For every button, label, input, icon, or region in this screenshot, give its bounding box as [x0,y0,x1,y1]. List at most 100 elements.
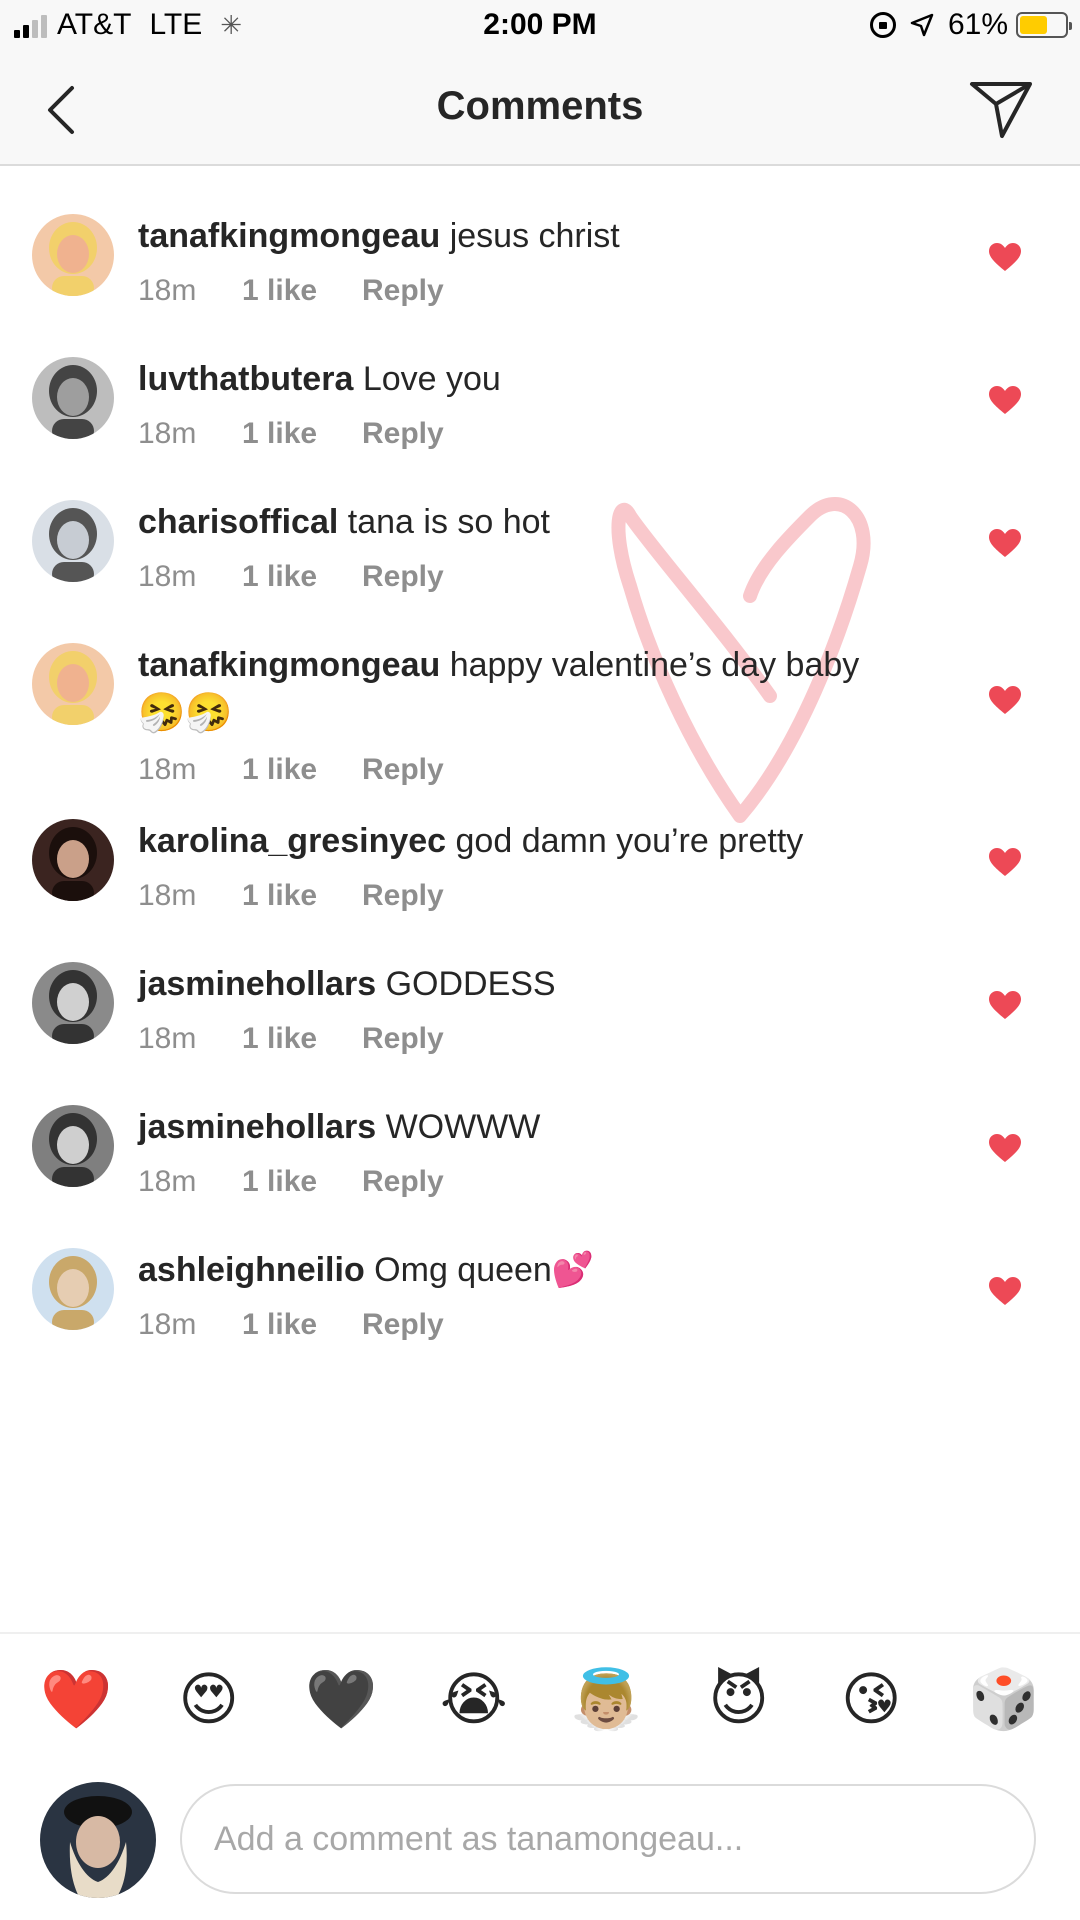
comment-meta: 18m 1 like Reply [138,1165,938,1199]
quick-emoji-button[interactable]: 🎲 [959,1665,1049,1735]
comment-text: jasminehollars GODDESS [138,962,938,1006]
battery-percent: 61% [947,8,1008,41]
heart-like-icon[interactable] [988,1276,1022,1306]
comment-meta: 18m 1 like Reply [138,1308,938,1342]
comment-meta: 18m 1 like Reply [138,753,938,787]
comment-time: 18m [138,560,197,593]
comment-likes[interactable]: 1 like [242,1165,362,1199]
heart-like-icon[interactable] [988,242,1022,272]
comment-username[interactable]: karolina_gresinyec [138,822,446,860]
comment-text: luvthatbutera Love you [138,357,938,401]
comment-message: god damn you’re pretty [455,822,804,860]
comment-likes[interactable]: 1 like [242,274,362,308]
comment-body: luvthatbutera Love you 18m 1 like Reply [138,357,938,451]
comment-message: Omg queen💕 [374,1251,595,1289]
comment-username[interactable]: tanafkingmongeau [138,217,440,255]
comment-time: 18m [138,417,197,450]
quick-emoji-button[interactable]: 😭 [429,1665,519,1735]
comment-likes[interactable]: 1 like [242,560,362,594]
reply-button[interactable]: Reply [362,753,444,787]
comment-time: 18m [138,753,197,786]
comment-message: happy valentine’s day baby [449,646,860,684]
comment-username[interactable]: jasminehollars [138,1108,376,1146]
reply-button[interactable]: Reply [362,879,444,913]
reply-button[interactable]: Reply [362,1165,444,1199]
comment-time: 18m [138,274,197,307]
battery-icon [1016,12,1072,38]
comment-meta: 18m 1 like Reply [138,879,938,913]
commenter-avatar[interactable] [32,214,114,296]
heart-like-icon[interactable] [988,990,1022,1020]
comment-likes[interactable]: 1 like [242,879,362,913]
status-right: 61% [869,8,1072,42]
location-arrow-icon [910,13,934,37]
heart-like-icon[interactable] [988,685,1022,715]
comment-likes[interactable]: 1 like [242,1308,362,1342]
comment-text: charisoffical tana is so hot [138,500,938,544]
comment-meta: 18m 1 like Reply [138,274,938,308]
commenter-avatar[interactable] [32,500,114,582]
comment-body: charisoffical tana is so hot 18m 1 like … [138,500,938,594]
comment-message: jesus christ [449,217,620,255]
comment-body: jasminehollars GODDESS 18m 1 like Reply [138,962,938,1056]
comment-username[interactable]: luvthatbutera [138,360,353,398]
comment-username[interactable]: charisoffical [138,503,338,541]
quick-emoji-button[interactable]: 🖤 [296,1665,386,1735]
reply-button[interactable]: Reply [362,417,444,451]
heart-like-icon[interactable] [988,847,1022,877]
heart-like-icon[interactable] [988,385,1022,415]
comment-username[interactable]: jasminehollars [138,965,376,1003]
current-user-avatar [40,1782,156,1898]
comment-list[interactable]: tanafkingmongeau jesus christ 18m 1 like… [0,166,1080,1632]
status-bar: AT&T LTE ✳ 2:00 PM 61% [0,0,1080,54]
quick-emoji-bar: ❤️ 😍 🖤 😭 👼🏼 😈 😘 🎲 [0,1632,1080,1766]
comment-username[interactable]: tanafkingmongeau [138,646,440,684]
comment-meta: 18m 1 like Reply [138,560,938,594]
comment-message: WOWWW [385,1108,541,1146]
comment-body: jasminehollars WOWWW 18m 1 like Reply [138,1105,938,1199]
comment-text: tanafkingmongeau happy valentine’s day b… [138,643,938,687]
quick-emoji-button[interactable]: 😈 [694,1665,784,1735]
comment-message: tana is so hot [347,503,551,541]
comment-text: ashleighneilio Omg queen💕 [138,1248,938,1292]
orientation-lock-icon [869,12,896,38]
reply-button[interactable]: Reply [362,1022,444,1056]
commenter-avatar[interactable] [32,1248,114,1330]
send-button[interactable] [968,78,1034,140]
comment-likes[interactable]: 1 like [242,753,362,787]
quick-emoji-button[interactable]: 👼🏼 [561,1665,651,1735]
reply-button[interactable]: Reply [362,274,444,308]
commenter-avatar[interactable] [32,819,114,901]
comment-body: ashleighneilio Omg queen💕 18m 1 like Rep… [138,1248,938,1342]
comment-composer [0,1766,1080,1920]
commenter-avatar[interactable] [32,1105,114,1187]
comment-text: tanafkingmongeau jesus christ [138,214,938,258]
commenter-avatar[interactable] [32,357,114,439]
comment-likes[interactable]: 1 like [242,417,362,451]
comment-text: jasminehollars WOWWW [138,1105,938,1149]
comment-time: 18m [138,1308,197,1341]
commenter-avatar[interactable] [32,962,114,1044]
commenter-avatar[interactable] [32,643,114,725]
comment-time: 18m [138,1165,197,1198]
comment-time: 18m [138,879,197,912]
nav-header: Comments [0,54,1080,166]
comment-time: 18m [138,1022,197,1055]
comment-input[interactable] [180,1784,1036,1894]
comment-likes[interactable]: 1 like [242,1022,362,1056]
comment-username[interactable]: ashleighneilio [138,1251,365,1289]
quick-emoji-button[interactable]: ❤️ [31,1665,121,1735]
battery-fill [1020,16,1047,34]
comment-body: tanafkingmongeau happy valentine’s day b… [138,643,938,787]
comment-message: GODDESS [385,965,556,1003]
comment-meta: 18m 1 like Reply [138,417,938,451]
reply-button[interactable]: Reply [362,560,444,594]
heart-like-icon[interactable] [988,1133,1022,1163]
heart-like-icon[interactable] [988,528,1022,558]
comment-body: tanafkingmongeau jesus christ 18m 1 like… [138,214,938,308]
comment-text: karolina_gresinyec god damn you’re prett… [138,819,938,863]
quick-emoji-button[interactable]: 😍 [164,1665,254,1735]
comment-message: Love you [362,360,501,398]
quick-emoji-button[interactable]: 😘 [826,1665,916,1735]
reply-button[interactable]: Reply [362,1308,444,1342]
